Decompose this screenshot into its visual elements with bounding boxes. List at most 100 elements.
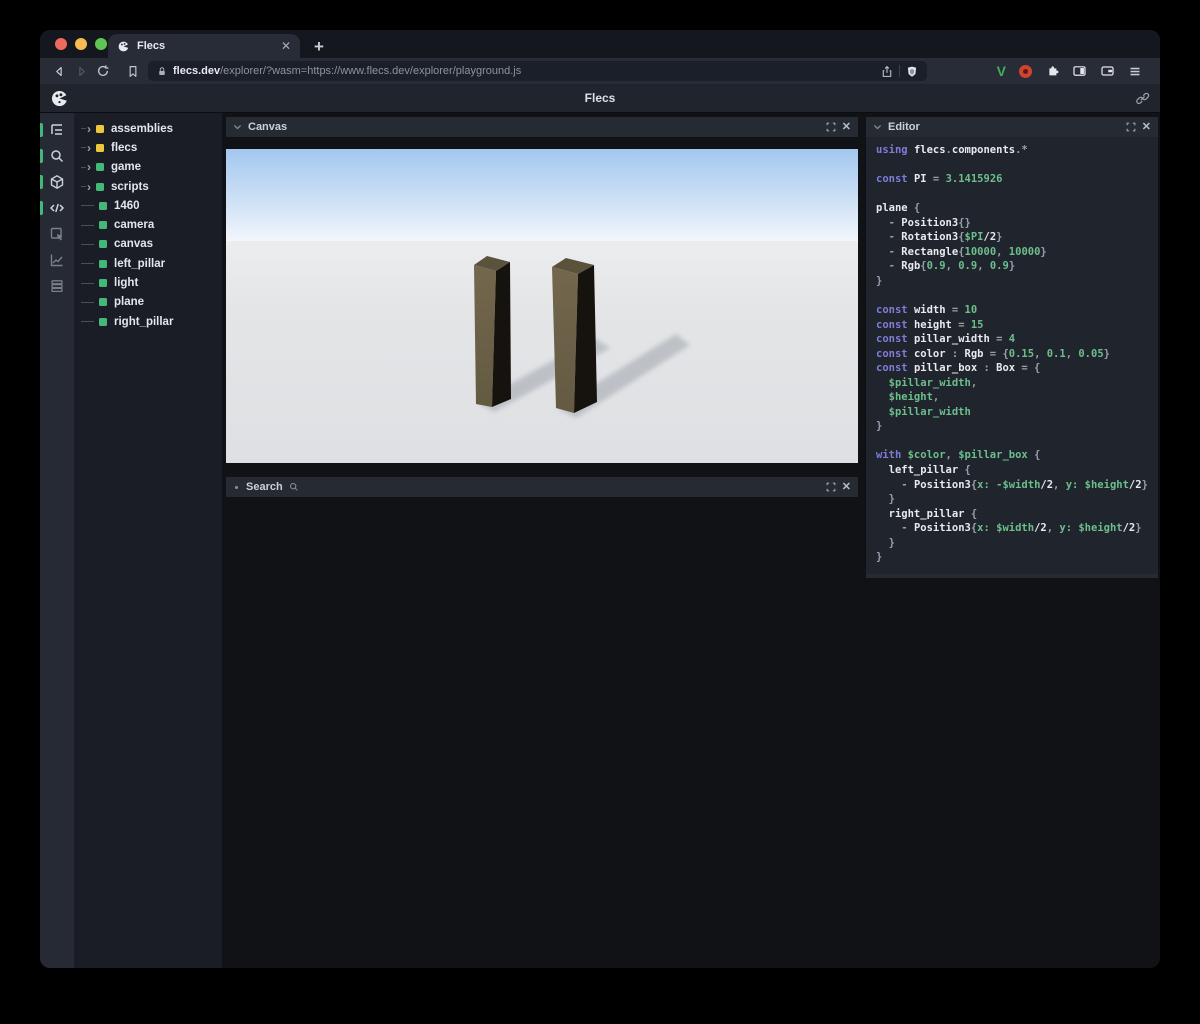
- entity-label: assemblies: [111, 122, 174, 135]
- expand-arrow-icon[interactable]: ›: [87, 142, 96, 154]
- app-main: › assemblies › flecs › game › scripts ›1460›came…: [40, 113, 1160, 968]
- brave-shield-icon[interactable]: [906, 65, 918, 78]
- sidebar-queries-button[interactable]: [40, 273, 74, 299]
- tree-item-flecs[interactable]: › flecs: [74, 138, 222, 157]
- minimize-window-button[interactable]: [75, 38, 87, 50]
- expand-icon[interactable]: [1126, 122, 1136, 132]
- entity-label: camera: [114, 219, 155, 232]
- entity-label: game: [111, 161, 142, 174]
- code-line: plane {: [876, 202, 921, 215]
- canvas-panel-header[interactable]: Canvas ✕: [226, 117, 858, 137]
- close-icon[interactable]: ✕: [842, 481, 851, 493]
- link-icon: [1136, 92, 1150, 104]
- canvas-3d-scene[interactable]: [226, 149, 858, 463]
- entity-label: scripts: [111, 180, 149, 193]
- editor-panel-title: Editor: [888, 121, 920, 133]
- code-line: }: [876, 274, 883, 287]
- chevron-down-icon[interactable]: [873, 123, 882, 131]
- left-pillar-mesh: [474, 256, 511, 407]
- close-window-button[interactable]: [55, 38, 67, 50]
- expand-arrow-icon[interactable]: ›: [87, 161, 96, 173]
- tree-item-left_pillar[interactable]: ›left_pillar: [74, 254, 222, 273]
- chevron-down-icon[interactable]: [233, 123, 242, 131]
- expand-icon[interactable]: [826, 482, 836, 492]
- back-button[interactable]: [48, 65, 70, 78]
- entity-label: plane: [114, 296, 145, 309]
- expand-icon[interactable]: [826, 122, 836, 132]
- editor-resize-handle[interactable]: [866, 574, 1158, 578]
- entity-color-square: [99, 240, 107, 249]
- sidebar-tree-button[interactable]: [40, 117, 74, 143]
- entity-label: light: [114, 277, 139, 290]
- editor-code[interactable]: using flecs.components.* const PI = 3.14…: [866, 137, 1158, 574]
- code-line: right_pillar {: [876, 507, 978, 520]
- 3d-render: [226, 149, 858, 463]
- entity-label: flecs: [111, 141, 138, 154]
- entity-color-square: [96, 182, 104, 191]
- sidebar-toggle-icon[interactable]: [1072, 64, 1087, 78]
- flecs-favicon: [118, 41, 130, 51]
- share-icon[interactable]: [881, 65, 893, 78]
- code-line: with $color, $pillar_box {: [876, 449, 1041, 462]
- zoom-window-button[interactable]: [95, 38, 107, 50]
- tree-item-assemblies[interactable]: › assemblies: [74, 119, 222, 138]
- code-line: const height = 15: [876, 318, 984, 331]
- red-circle-extension-icon[interactable]: [1019, 64, 1032, 78]
- sidebar-code-button[interactable]: [40, 195, 74, 221]
- code-line: }: [876, 420, 883, 433]
- lock-icon: [159, 66, 165, 75]
- sidebar-entities-button[interactable]: [40, 169, 74, 195]
- code-line: - Rotation3{$PI/2}: [876, 231, 1003, 244]
- code-icon: [49, 203, 65, 213]
- tab-close-icon[interactable]: ✕: [281, 40, 291, 52]
- expand-arrow-icon[interactable]: ›: [87, 181, 96, 193]
- reload-button[interactable]: [92, 64, 114, 78]
- tree-item-game[interactable]: › game: [74, 158, 222, 177]
- browser-tab[interactable]: Flecs ✕: [108, 34, 300, 58]
- new-tab-button[interactable]: +: [314, 38, 324, 55]
- tree-item-1460[interactable]: ›1460: [74, 196, 222, 215]
- tree-item-right_pillar[interactable]: ›right_pillar: [74, 312, 222, 331]
- forward-button[interactable]: [70, 65, 92, 78]
- sky: [226, 149, 858, 241]
- code-line: }: [876, 536, 895, 549]
- collapsed-dot-icon[interactable]: [235, 485, 238, 489]
- reload-icon: [97, 65, 109, 76]
- close-icon[interactable]: ✕: [1142, 121, 1151, 133]
- tree-item-canvas[interactable]: ›canvas: [74, 235, 222, 254]
- browser-toolbar: flecs.dev/explorer/?wasm=https://www.fle…: [40, 58, 1160, 84]
- expand-arrow-icon[interactable]: ›: [87, 123, 96, 135]
- vimium-extension-icon[interactable]: V: [997, 63, 1006, 79]
- menu-icon[interactable]: [1128, 65, 1142, 78]
- close-icon[interactable]: ✕: [842, 121, 851, 133]
- bookmark-button[interactable]: [122, 65, 144, 78]
- entity-color-square: [99, 221, 107, 230]
- tree-item-plane[interactable]: ›plane: [74, 293, 222, 312]
- tree-item-camera[interactable]: ›camera: [74, 215, 222, 234]
- sidebar-inspect-button[interactable]: [40, 221, 74, 247]
- sidebar-stats-button[interactable]: [40, 247, 74, 273]
- tree-item-light[interactable]: ›light: [74, 273, 222, 292]
- sidebar-search-button[interactable]: [40, 143, 74, 169]
- share-link-button[interactable]: [1135, 91, 1150, 106]
- url-separator: [898, 65, 900, 77]
- tree-connector: [81, 321, 94, 323]
- extensions-puzzle-icon[interactable]: [1045, 64, 1059, 78]
- code-line: left_pillar {: [876, 464, 971, 477]
- url-bar[interactable]: flecs.dev/explorer/?wasm=https://www.fle…: [148, 61, 927, 81]
- tab-title: Flecs: [137, 40, 166, 52]
- entity-color-square: [99, 259, 107, 268]
- tree-connector: [81, 224, 94, 226]
- wallet-icon[interactable]: [1100, 64, 1115, 78]
- entity-label: right_pillar: [114, 315, 174, 328]
- right-pillar-mesh: [552, 258, 597, 413]
- editor-panel-header[interactable]: Editor ✕: [866, 117, 1158, 137]
- magnifier-icon: [289, 482, 298, 491]
- search-panel-header[interactable]: Search ✕: [226, 477, 858, 497]
- chart-icon: [50, 254, 63, 267]
- entity-color-square: [99, 317, 107, 326]
- code-line: - Rectangle{10000, 10000}: [876, 245, 1047, 258]
- tree-connector: [81, 205, 94, 207]
- tree-item-scripts[interactable]: › scripts: [74, 177, 222, 196]
